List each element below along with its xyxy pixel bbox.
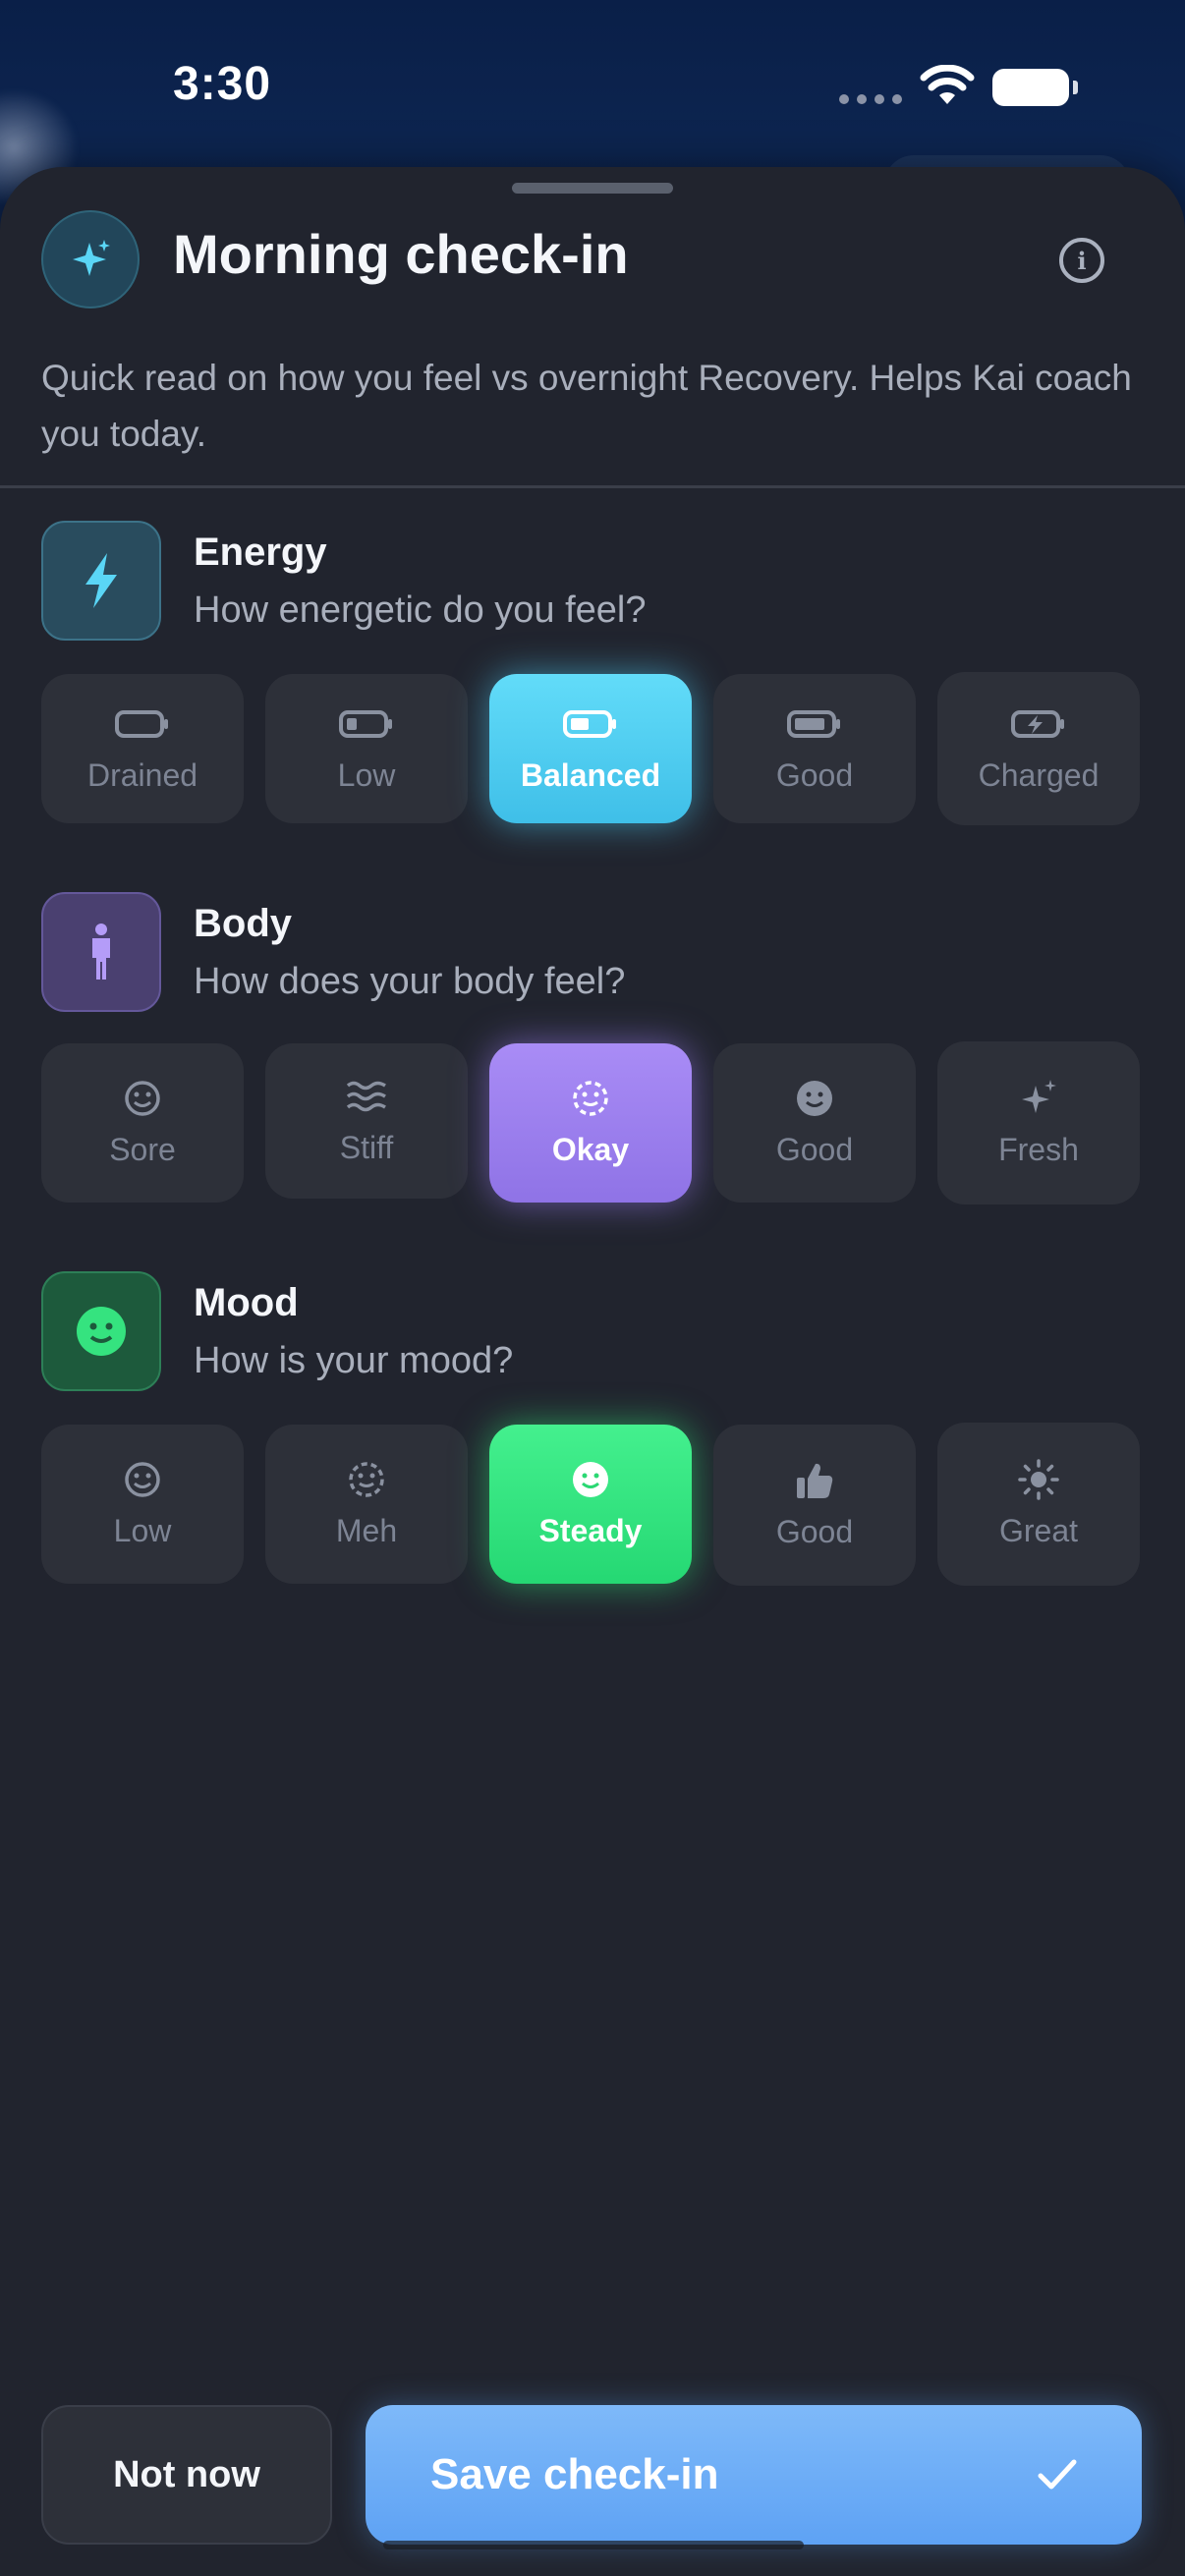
filled-smile-icon: [563, 1460, 618, 1499]
mood-smile-icon: [41, 1271, 161, 1391]
option-label: Great: [998, 1512, 1079, 1548]
option-label: Steady: [538, 1512, 643, 1548]
option-label: Low: [337, 756, 396, 793]
sun-icon: [1011, 1458, 1066, 1500]
battery-low-icon: [339, 704, 394, 744]
option-good[interactable]: Good: [713, 674, 916, 823]
home-indicator: [383, 2541, 804, 2549]
option-okay[interactable]: Okay: [489, 1043, 692, 1203]
body-options: Sore Stiff Okay Good Fresh: [41, 1041, 1144, 1204]
not-now-button[interactable]: Not now: [41, 2405, 332, 2545]
option-label: Fresh: [998, 1131, 1079, 1167]
option-label: Good: [775, 1513, 854, 1549]
option-label: Balanced: [520, 756, 661, 793]
sparkle-icon: [1011, 1079, 1066, 1118]
option-label: Meh: [335, 1512, 398, 1548]
sheet-grabber[interactable]: [512, 183, 673, 194]
option-meh[interactable]: Meh: [265, 1425, 468, 1584]
battery-half-icon: [563, 704, 618, 744]
option-label: Stiff: [339, 1129, 394, 1165]
filled-smile-icon: [787, 1079, 842, 1118]
signal-icon: [839, 94, 902, 104]
mood-options: Low Meh Steady Good Great: [41, 1423, 1144, 1586]
smile-icon: [115, 1460, 170, 1499]
option-balanced[interactable]: Balanced: [489, 674, 692, 823]
status-bar: 3:30: [0, 0, 1185, 167]
person-icon: [41, 892, 161, 1012]
wifi-icon: [920, 65, 975, 104]
option-low[interactable]: Low: [41, 1425, 244, 1584]
option-label: Low: [113, 1512, 172, 1548]
thumbs-up-icon: [787, 1461, 842, 1500]
divider: [0, 485, 1185, 488]
dashed-smile-icon: [339, 1460, 394, 1499]
waves-icon: [339, 1077, 394, 1116]
option-label: Charged: [978, 756, 1100, 793]
sheet-title: Morning check-in: [173, 223, 629, 285]
option-low[interactable]: Low: [265, 674, 468, 823]
dashed-smile-icon: [563, 1079, 618, 1118]
sheet-subtitle: Quick read on how you feel vs overnight …: [41, 358, 1132, 454]
battery-charging-icon: [1011, 704, 1066, 744]
save-checkin-button[interactable]: Save check-in: [366, 2405, 1142, 2545]
option-fresh[interactable]: Fresh: [937, 1041, 1140, 1204]
section-title: Mood: [194, 1281, 299, 1324]
option-label: Sore: [109, 1131, 176, 1167]
lightning-icon: [41, 521, 161, 641]
option-drained[interactable]: Drained: [41, 674, 244, 823]
screen: 3:30 Morning check-in i Quick read on ho…: [0, 0, 1185, 2576]
battery-empty-icon: [115, 704, 170, 744]
section-question: How is your mood?: [194, 1340, 514, 1381]
option-great[interactable]: Great: [937, 1423, 1140, 1586]
sparkle-icon: [41, 210, 140, 308]
energy-options: Drained Low Balanced Good Charged: [41, 672, 1144, 831]
battery-icon: [992, 69, 1078, 106]
smile-icon: [115, 1079, 170, 1118]
option-label: Drained: [86, 756, 198, 793]
battery-high-icon: [787, 704, 842, 744]
option-good[interactable]: Good: [713, 1043, 916, 1203]
option-good[interactable]: Good: [713, 1425, 916, 1586]
section-title: Energy: [194, 531, 327, 574]
option-steady[interactable]: Steady: [489, 1425, 692, 1584]
save-button-label: Save check-in: [430, 2450, 719, 2498]
checkmark-icon: [1038, 2459, 1077, 2490]
option-label: Okay: [551, 1131, 630, 1167]
checkin-sheet: Morning check-in i Quick read on how you…: [0, 167, 1185, 2576]
option-sore[interactable]: Sore: [41, 1043, 244, 1203]
option-charged[interactable]: Charged: [937, 672, 1140, 825]
info-icon[interactable]: i: [1059, 238, 1104, 283]
section-title: Body: [194, 902, 292, 945]
section-question: How energetic do you feel?: [194, 589, 647, 631]
section-question: How does your body feel?: [194, 961, 626, 1002]
option-stiff[interactable]: Stiff: [265, 1043, 468, 1199]
option-label: Good: [775, 756, 854, 793]
status-time: 3:30: [173, 58, 272, 110]
option-label: Good: [775, 1131, 854, 1167]
